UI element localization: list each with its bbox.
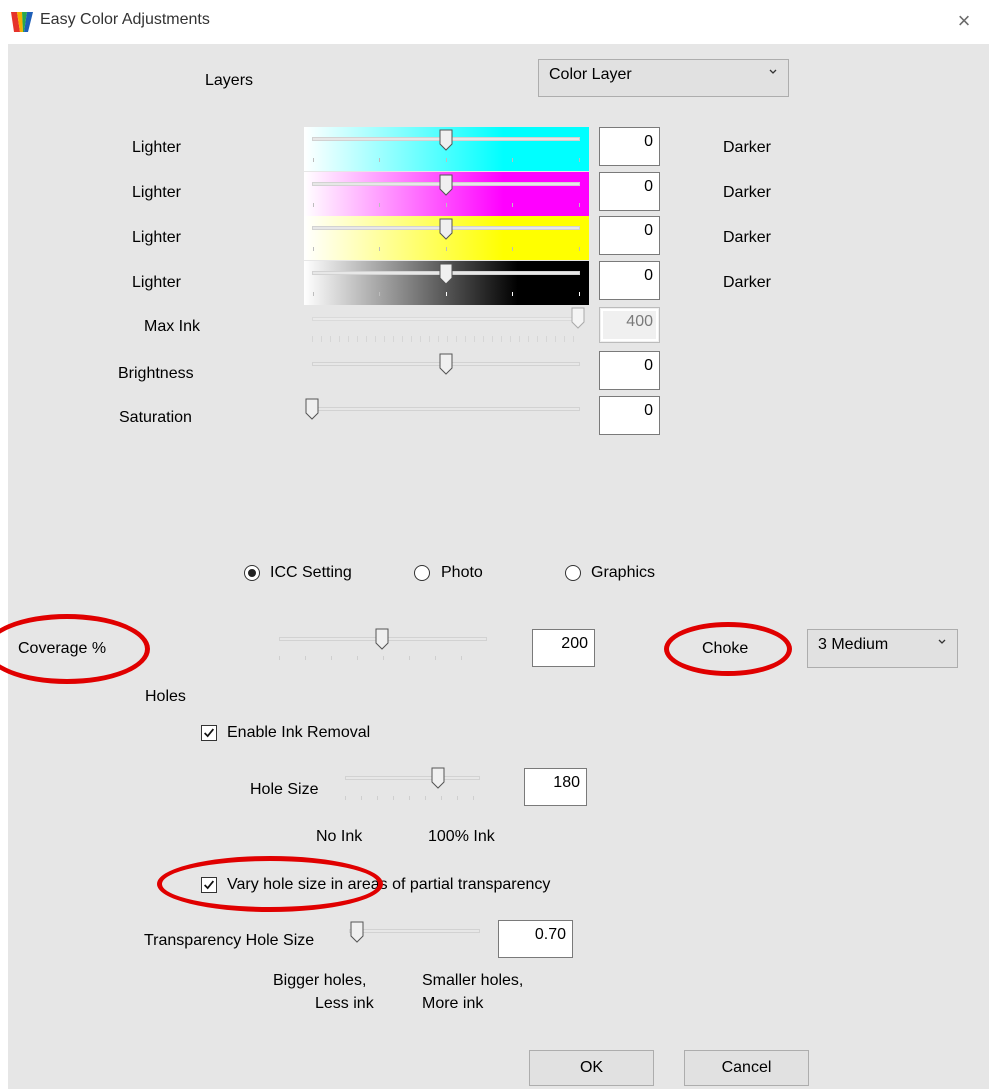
max-ink-ticks — [312, 336, 580, 342]
vary-hole-size-checkbox[interactable] — [201, 877, 217, 893]
saturation-value-field[interactable]: 0 — [599, 396, 660, 435]
coverage-value: 200 — [561, 635, 588, 652]
less-ink-label: Less ink — [315, 995, 374, 1012]
vary-hole-size-label[interactable]: Vary hole size in areas of partial trans… — [227, 876, 550, 894]
brightness-value-field[interactable]: 0 — [599, 351, 660, 390]
saturation-value: 0 — [644, 402, 653, 419]
chevron-down-icon — [938, 639, 946, 644]
radio-graphics-label[interactable]: Graphics — [591, 564, 655, 582]
smaller-holes-label: Smaller holes, — [422, 972, 524, 989]
transparency-hole-size-slider-thumb[interactable] — [350, 921, 364, 943]
app-logo-icon — [11, 12, 33, 32]
layers-dropdown[interactable]: Color Layer — [538, 59, 789, 97]
transparency-hole-size-slider-track[interactable] — [349, 929, 480, 933]
brightness-slider-thumb[interactable] — [439, 353, 453, 375]
brightness-label: Brightness — [118, 365, 194, 382]
choke-dropdown[interactable]: 3 Medium — [807, 629, 958, 668]
darker-label: Darker — [723, 229, 772, 246]
checkmark-icon — [204, 728, 215, 738]
window-title: Easy Color Adjustments — [40, 11, 210, 28]
radio-photo-label[interactable]: Photo — [441, 564, 483, 582]
max-ink-value: 400 — [626, 313, 653, 330]
saturation-slider-thumb[interactable] — [305, 398, 319, 420]
hole-size-label: Hole Size — [250, 781, 319, 798]
darker-label: Darker — [723, 139, 772, 156]
no-ink-label: No Ink — [316, 828, 363, 845]
choke-label: Choke — [702, 640, 749, 657]
coverage-value-field[interactable]: 200 — [532, 629, 595, 667]
enable-ink-removal-checkbox[interactable] — [201, 725, 217, 741]
transparency-hole-size-value-field[interactable]: 0.70 — [498, 920, 573, 958]
yellow-slider-thumb[interactable] — [439, 218, 453, 240]
lighter-label: Lighter — [132, 184, 181, 201]
transparency-hole-size-label: Transparency Hole Size — [144, 932, 315, 949]
hole-size-slider-track[interactable] — [345, 776, 480, 780]
darker-label: Darker — [723, 274, 772, 291]
hole-size-value: 180 — [553, 774, 580, 791]
brightness-value: 0 — [644, 357, 653, 374]
max-ink-slider-thumb[interactable] — [571, 307, 585, 329]
lighter-label: Lighter — [132, 139, 181, 156]
cancel-button[interactable]: Cancel — [684, 1050, 809, 1086]
bigger-holes-label: Bigger holes, — [273, 972, 367, 989]
yellow-value-field[interactable]: 0 — [599, 216, 660, 255]
holes-label: Holes — [145, 688, 186, 705]
cyan-value-field[interactable]: 0 — [599, 127, 660, 166]
radio-photo[interactable] — [414, 565, 430, 581]
magenta-value-field[interactable]: 0 — [599, 172, 660, 211]
full-ink-label: 100% Ink — [428, 828, 495, 845]
close-button[interactable]: × — [951, 8, 977, 34]
cyan-value: 0 — [644, 133, 653, 150]
ok-button[interactable]: OK — [529, 1050, 654, 1086]
coverage-ticks — [279, 656, 487, 660]
magenta-slider-thumb[interactable] — [439, 174, 453, 196]
layers-label: Layers — [205, 72, 254, 89]
chevron-down-icon — [769, 69, 777, 74]
lighter-label: Lighter — [132, 229, 181, 246]
choke-selected-value: 3 Medium — [818, 636, 889, 653]
magenta-value: 0 — [644, 178, 653, 195]
black-value-field[interactable]: 0 — [599, 261, 660, 300]
darker-label: Darker — [723, 184, 772, 201]
saturation-slider-track[interactable] — [312, 407, 580, 411]
cyan-slider-thumb[interactable] — [439, 129, 453, 151]
hole-size-slider-thumb[interactable] — [431, 767, 445, 789]
checkmark-icon — [204, 880, 215, 890]
yellow-value: 0 — [644, 222, 653, 239]
saturation-label: Saturation — [119, 409, 192, 426]
hole-size-ticks — [345, 796, 480, 800]
enable-ink-removal-label[interactable]: Enable Ink Removal — [227, 724, 370, 742]
max-ink-value-field[interactable]: 400 — [599, 307, 660, 343]
radio-icc-setting[interactable] — [244, 565, 260, 581]
radio-icc-setting-label[interactable]: ICC Setting — [270, 564, 352, 582]
max-ink-label: Max Ink — [144, 318, 201, 335]
radio-graphics[interactable] — [565, 565, 581, 581]
layers-selected-value: Color Layer — [549, 66, 632, 83]
coverage-label: Coverage % — [18, 640, 107, 657]
max-ink-slider-track[interactable] — [312, 317, 580, 321]
coverage-slider-thumb[interactable] — [375, 628, 389, 650]
title-bar: Easy Color Adjustments × — [0, 0, 991, 44]
lighter-label: Lighter — [132, 274, 181, 291]
hole-size-value-field[interactable]: 180 — [524, 768, 587, 806]
transparency-hole-size-value: 0.70 — [534, 926, 566, 943]
black-slider-thumb[interactable] — [439, 263, 453, 285]
more-ink-label: More ink — [422, 995, 484, 1012]
black-value: 0 — [644, 267, 653, 284]
